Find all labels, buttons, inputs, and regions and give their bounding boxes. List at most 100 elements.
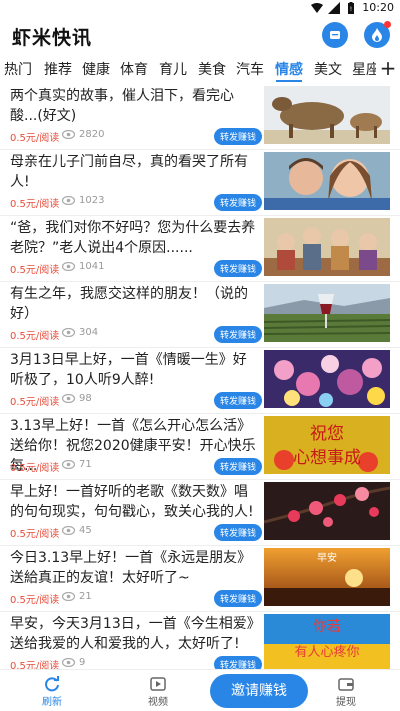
share-earn-button[interactable]: 转发赚钱 [213, 128, 262, 145]
article-thumbnail[interactable]: 祝您 心想事成 [264, 416, 390, 474]
article-title[interactable]: 母亲在儿子门前自尽，真的看哭了所有人! [10, 152, 260, 192]
nav-video[interactable]: 视频 [133, 676, 183, 708]
notification-dot [384, 21, 391, 28]
tab-health[interactable]: 健康 [82, 59, 110, 79]
article-views: 1023 [62, 195, 104, 206]
article-price: 0.5元/阅读 [10, 265, 60, 276]
list-item[interactable]: 两个真实的故事，催人泪下，看完心酸...(好文) 0.5元/阅读 2820 转发… [0, 84, 400, 150]
list-item[interactable]: “爸，我们对你不好吗？您为什么要去养老院？”老人说出4个原因...... 0.5… [0, 216, 400, 282]
eye-icon [62, 130, 75, 139]
article-meta: 0.5元/阅读 304 转发赚钱 [10, 325, 262, 343]
tab-sports[interactable]: 体育 [120, 59, 148, 79]
add-tab-button[interactable]: + [376, 56, 400, 82]
article-views: 304 [62, 327, 98, 338]
love-card-image: 你若有人心疼你 [264, 614, 390, 672]
eye-icon [62, 658, 75, 667]
article-thumbnail[interactable] [264, 86, 390, 144]
hot-button[interactable] [364, 21, 391, 48]
nav-withdraw[interactable]: 提现 [321, 676, 371, 708]
share-earn-button[interactable]: 转发赚钱 [213, 326, 262, 343]
nav-refresh-label: 刷新 [42, 697, 62, 708]
plum-blossom-image [264, 482, 390, 540]
mother-son-image [264, 152, 390, 210]
wallet-icon [338, 678, 354, 691]
nav-refresh[interactable]: 刷新 [27, 676, 77, 708]
article-meta: 0.5元/阅读 1041 转发赚钱 [10, 259, 262, 277]
article-price: 0.5元/阅读 [10, 595, 60, 606]
article-meta: 0.5元/阅读 21 转发赚钱 [10, 589, 262, 607]
article-view-count: 98 [79, 393, 92, 404]
article-price: 0.5元/阅读 [10, 397, 60, 408]
list-item[interactable]: 3月13日早上好，一首《情暖一生》好听极了，10人听9人醉! 0.5元/阅读 9… [0, 348, 400, 414]
article-price: 0.5元/阅读 [10, 199, 60, 210]
cattle-image [264, 86, 390, 144]
refresh-icon [45, 676, 59, 692]
article-view-count: 304 [79, 327, 99, 338]
status-time: 10:20 [362, 1, 394, 14]
article-price: 0.5元/阅读 [10, 133, 60, 144]
article-thumbnail[interactable] [264, 350, 390, 408]
article-thumbnail[interactable]: 你若 有人心疼你 [264, 614, 390, 672]
article-title[interactable]: “爸，我们对你不好吗？您为什么要去养老院？”老人说出4个原因...... [10, 218, 260, 258]
share-earn-button[interactable]: 转发赚钱 [213, 590, 262, 607]
tab-parenting[interactable]: 育儿 [159, 59, 187, 79]
eye-icon [62, 526, 75, 535]
wallet-button[interactable] [322, 22, 348, 48]
status-icons: ! 10:20 [311, 1, 394, 14]
article-thumbnail[interactable] [264, 218, 390, 276]
article-view-count: 1023 [79, 195, 105, 206]
list-item[interactable]: 有生之年，我愿交这样的朋友！（说的好） 0.5元/阅读 304 转发赚钱 [0, 282, 400, 348]
article-thumbnail[interactable] [264, 152, 390, 210]
article-meta: 0.5元/阅读 45 转发赚钱 [10, 523, 262, 541]
article-price: 0.5元/阅读 [10, 331, 60, 342]
article-title[interactable]: 3月13日早上好，一首《情暖一生》好听极了，10人听9人醉! [10, 350, 260, 390]
article-price: 0.5元/阅读 [10, 463, 60, 474]
list-item[interactable]: 早上好！一首好听的老歌《数天数》唱的句句现实，句句戳心，致关心我的人! 0.5元… [0, 480, 400, 546]
share-earn-button[interactable]: 转发赚钱 [213, 392, 262, 409]
eye-icon [62, 592, 75, 601]
article-title[interactable]: 两个真实的故事，催人泪下，看完心酸...(好文) [10, 86, 260, 126]
tab-hot[interactable]: 热门 [4, 59, 32, 79]
share-earn-button[interactable]: 转发赚钱 [213, 260, 262, 277]
article-view-count: 45 [79, 525, 92, 536]
article-view-count: 1041 [79, 261, 105, 272]
article-title[interactable]: 有生之年，我愿交这样的朋友！（说的好） [10, 284, 260, 324]
article-views: 2820 [62, 129, 104, 140]
greeting-card-image: 祝您心想事成 [264, 416, 390, 474]
thumb-caption: 早安 [317, 551, 337, 564]
tab-cars[interactable]: 汽车 [236, 59, 264, 79]
eye-icon [62, 196, 75, 205]
bottom-nav: 刷新 视频 邀请赚钱 提现 [0, 669, 400, 711]
article-title[interactable]: 今日3.13早上好！一首《永远是朋友》送給真正的友谊！太好听了~ [10, 548, 260, 588]
invite-earn-button[interactable]: 邀请赚钱 [210, 674, 308, 708]
eye-icon [62, 328, 75, 337]
share-earn-button[interactable]: 转发赚钱 [213, 524, 262, 541]
share-earn-button[interactable]: 转发赚钱 [213, 458, 262, 475]
article-views: 1041 [62, 261, 104, 272]
article-thumbnail[interactable] [264, 284, 390, 342]
article-views: 45 [62, 525, 92, 536]
share-earn-button[interactable]: 转发赚钱 [213, 194, 262, 211]
list-item[interactable]: 今日3.13早上好！一首《永远是朋友》送給真正的友谊！太好听了~ 0.5元/阅读… [0, 546, 400, 612]
article-thumbnail[interactable]: 早安 [264, 548, 390, 606]
app-title: 虾米快讯 [12, 27, 93, 49]
battery-icon: ! [348, 1, 355, 14]
svg-text:!: ! [350, 6, 352, 13]
tab-recommend[interactable]: 推荐 [44, 59, 72, 79]
list-item[interactable]: 3.13早上好！一首《怎么开心怎么活》送给你！祝您2020健康平安！开心快乐每.… [0, 414, 400, 480]
list-item[interactable]: 母亲在儿子门前自尽，真的看哭了所有人! 0.5元/阅读 1023 转发赚钱 [0, 150, 400, 216]
card-line-1: 你若 [313, 619, 341, 635]
tab-essays[interactable]: 美文 [314, 59, 342, 79]
article-meta: 0.5元/阅读 71 转发赚钱 [10, 457, 262, 475]
card-line-1: 祝您 [310, 424, 344, 444]
article-title[interactable]: 早安，今天3月13日，一首《今生相爱》送给我爱的人和爱我的人，太好听了! [10, 614, 260, 654]
article-view-count: 21 [79, 591, 92, 602]
tab-emotion[interactable]: 情感 [275, 59, 303, 79]
card-line-2: 有人心疼你 [294, 645, 359, 660]
sunset-image: 早安 [264, 548, 390, 606]
article-title[interactable]: 早上好！一首好听的老歌《数天数》唱的句句现实，句句戳心，致关心我的人! [10, 482, 260, 522]
tab-food[interactable]: 美食 [198, 59, 226, 79]
app-header: 虾米快讯 [0, 16, 400, 56]
article-views: 21 [62, 591, 92, 602]
article-thumbnail[interactable] [264, 482, 390, 540]
